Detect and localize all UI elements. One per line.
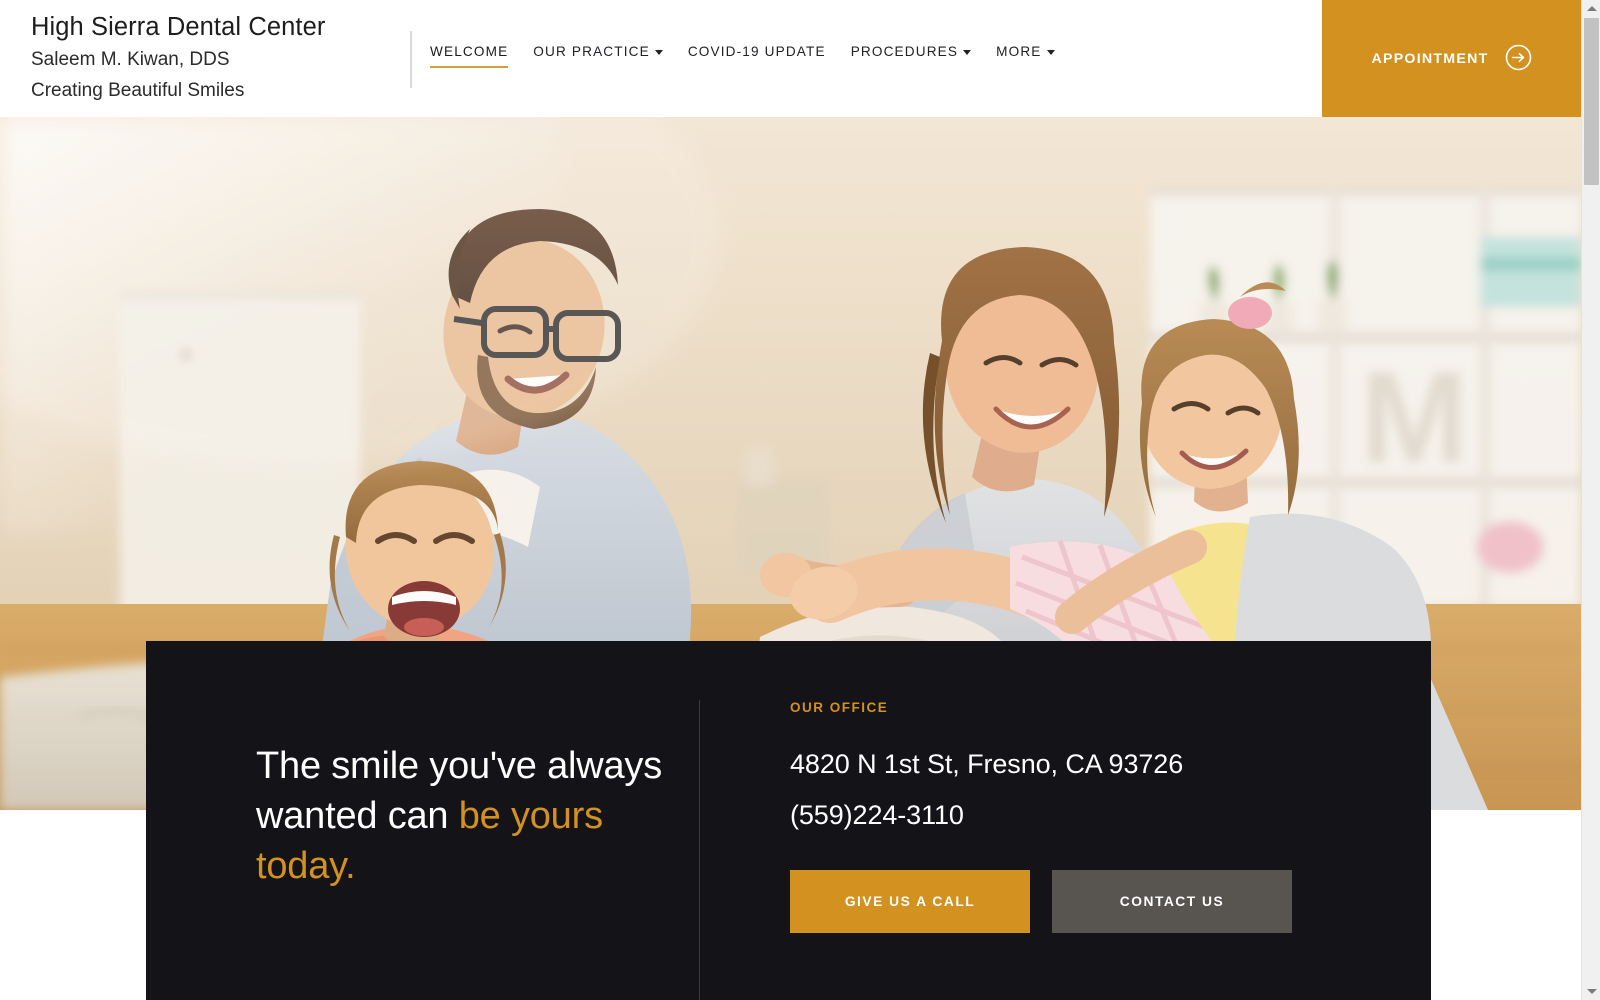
nav-item-more[interactable]: MORE — [996, 44, 1055, 70]
office-info-block: OUR OFFICE 4820 N 1st St, Fresno, CA 937… — [790, 700, 1350, 841]
vertical-scrollbar[interactable] — [1581, 0, 1600, 1000]
header-vertical-divider — [410, 31, 412, 88]
scroll-down-arrow-icon[interactable] — [1582, 983, 1600, 1000]
page-root: High Sierra Dental Center Saleem M. Kiwa… — [0, 0, 1600, 1000]
brand-name: High Sierra Dental Center — [31, 13, 326, 41]
nav-item-procedures[interactable]: PROCEDURES — [850, 44, 972, 70]
office-label: OUR OFFICE — [790, 700, 889, 715]
nav-item-label: WELCOME — [430, 44, 509, 59]
browser-viewport: High Sierra Dental Center Saleem M. Kiwa… — [0, 0, 1581, 1000]
brand-doctor-name: Saleem M. Kiwan, DDS — [31, 49, 230, 70]
appointment-button[interactable]: APPOINTMENT — [1322, 0, 1581, 117]
nav-item-covid-19-update[interactable]: COVID-19 UPDATE — [688, 44, 826, 70]
chevron-down-icon — [654, 50, 663, 55]
appointment-button-label: APPOINTMENT — [1371, 50, 1489, 67]
office-address: 4820 N 1st St, Fresno, CA 93726 — [790, 749, 1184, 779]
nav-item-label: OUR PRACTICE — [533, 44, 650, 59]
arrow-right-circle-icon — [1505, 44, 1532, 74]
nav-item-our-practice[interactable]: OUR PRACTICE — [533, 44, 663, 70]
site-header: High Sierra Dental Center Saleem M. Kiwa… — [0, 0, 1581, 117]
brand-tagline: Creating Beautiful Smiles — [31, 80, 245, 101]
nav-item-label: COVID-19 UPDATE — [687, 44, 826, 59]
callout-headline: The smile you've always wanted can be yo… — [256, 741, 711, 891]
callout-vertical-divider — [699, 700, 700, 1000]
main-navigation: WELCOME OUR PRACTICE COVID-19 UPDATE PRO… — [430, 44, 1080, 70]
contact-us-button[interactable]: CONTACT US — [1052, 870, 1292, 933]
brand-block[interactable]: High Sierra Dental Center Saleem M. Kiwa… — [31, 11, 401, 106]
scroll-up-arrow-icon[interactable] — [1582, 0, 1600, 17]
nav-item-label: PROCEDURES — [850, 44, 959, 59]
nav-active-underline — [430, 66, 509, 68]
chevron-down-icon — [963, 50, 972, 55]
give-us-a-call-button[interactable]: GIVE US A CALL — [790, 870, 1030, 933]
callout-cta-row: GIVE US A CALL CONTACT US — [790, 870, 1292, 933]
office-phone[interactable]: (559)224-3110 — [790, 790, 1350, 841]
chevron-down-icon — [1046, 50, 1055, 55]
nav-item-welcome[interactable]: WELCOME — [430, 44, 509, 70]
hero-callout-panel: The smile you've always wanted can be yo… — [146, 641, 1431, 1000]
scrollbar-thumb[interactable] — [1584, 18, 1599, 185]
nav-item-label: MORE — [996, 44, 1042, 59]
